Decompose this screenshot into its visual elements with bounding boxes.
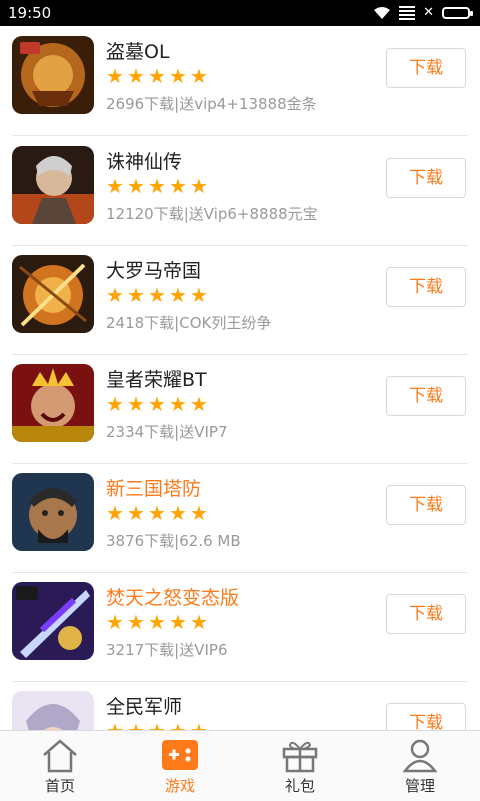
- star-icon: ★: [190, 610, 208, 634]
- star-icon: ★: [127, 721, 147, 730]
- tab-manage[interactable]: 管理: [360, 731, 480, 801]
- star-icon: ★: [127, 174, 145, 198]
- star-icon: ★: [190, 392, 208, 416]
- star-icon: ★: [169, 64, 187, 88]
- list-item[interactable]: 皇者荣耀BT ★ ★ ★ ★ ★ 2334下载|送VIP7 下载: [12, 354, 468, 464]
- game-info: 2418下载|COK列王纷争: [106, 314, 272, 332]
- game-info: 3217下载|送VIP6: [106, 641, 228, 659]
- rating-stars: ★★★★★: [106, 394, 210, 414]
- rating-stars: ★★★★★: [106, 66, 210, 86]
- game-name: 盗墓OL: [106, 41, 170, 63]
- star-icon: ★: [169, 392, 187, 416]
- star-icon: ★: [169, 174, 187, 198]
- list-item[interactable]: 新三国塔防 ★ ★ ★ ★ ★ 3876下载|62.6 MB 下载: [12, 463, 468, 573]
- game-info: 2696下载|送vip4+13888金条: [106, 95, 317, 113]
- tab-gifts[interactable]: 礼包: [240, 731, 360, 801]
- star-icon: ★: [106, 610, 124, 634]
- tab-label: 游戏: [164, 777, 195, 795]
- game-name: 皇者荣耀BT: [106, 369, 207, 391]
- star-icon: ★: [148, 721, 168, 730]
- game-name: 新三国塔防: [106, 478, 202, 500]
- star-icon: ★: [169, 501, 187, 525]
- download-button[interactable]: 下载: [386, 267, 466, 307]
- tab-games[interactable]: 游戏: [120, 731, 240, 801]
- status-bar: 19:50 ✕: [0, 0, 480, 26]
- download-button[interactable]: 下载: [386, 594, 466, 634]
- star-icon: ★: [190, 64, 208, 88]
- download-button[interactable]: 下载: [386, 376, 466, 416]
- star-icon: ★: [127, 392, 145, 416]
- no-sim-icon: ✕: [423, 5, 434, 20]
- star-icon: ★: [190, 283, 208, 307]
- list-item[interactable]: 大罗马帝国 ★ ★ ★ ★ ★ 2418下载|COK列王纷争 下载: [12, 245, 468, 355]
- bottom-tab-bar: 首页 游戏 礼包 管理: [0, 730, 480, 801]
- download-button[interactable]: 下载: [386, 703, 466, 730]
- status-time: 19:50: [8, 4, 52, 22]
- rating-stars: ★★★★★: [106, 503, 210, 523]
- star-icon: ★: [127, 501, 145, 525]
- rating-stars: ★★★★★: [106, 285, 210, 305]
- star-icon: ★: [148, 64, 166, 88]
- home-icon: [43, 739, 77, 773]
- tab-home[interactable]: 首页: [0, 731, 120, 801]
- game-name: 全民军师: [106, 696, 183, 718]
- star-icon: ★: [169, 610, 187, 634]
- star-icon: ★: [106, 174, 124, 198]
- game-name: 诛神仙传: [106, 151, 183, 173]
- list-item[interactable]: 焚天之怒变态版 ★ ★ ★ ★ ★ 3217下载|送VIP6 下载: [12, 572, 468, 682]
- game-info: 2334下载|送VIP7: [106, 423, 228, 441]
- star-icon: ★: [106, 64, 124, 88]
- game-list[interactable]: 盗墓OL ★ ★ ★ ★ ★ 2696下载|送vip4+13888金条 下载 诛神仙传 …: [0, 26, 480, 730]
- tab-label: 首页: [44, 777, 75, 795]
- star-icon: ★: [106, 721, 126, 730]
- signal-icon: [399, 5, 416, 20]
- star-icon: ★: [106, 501, 124, 525]
- gift-icon: [282, 741, 318, 773]
- wifi-icon: [374, 6, 391, 19]
- user-icon: [402, 739, 438, 773]
- star-icon: ★: [169, 721, 189, 730]
- game-name: 焚天之怒变态版: [106, 587, 240, 609]
- gamepad-icon: [162, 740, 198, 770]
- daomu-game-icon[interactable]: [12, 36, 94, 114]
- star-icon: ★: [169, 283, 187, 307]
- star-icon: ★: [190, 174, 208, 198]
- star-icon: ★: [106, 392, 124, 416]
- star-icon: ★: [127, 610, 145, 634]
- star-icon: ★: [190, 501, 208, 525]
- roman-empire-game-icon[interactable]: [12, 255, 94, 333]
- star-icon: ★: [127, 64, 145, 88]
- star-icon: ★: [148, 392, 166, 416]
- star-icon: ★: [148, 501, 166, 525]
- list-item[interactable]: 诛神仙传 ★ ★ ★ ★ ★ 12120下载|送Vip6+8888元宝 下载: [12, 136, 468, 246]
- star-icon: ★: [127, 283, 145, 307]
- download-button[interactable]: 下载: [386, 485, 466, 525]
- three-kingdoms-game-icon[interactable]: [12, 473, 94, 551]
- game-info: 12120下载|送Vip6+8888元宝: [106, 205, 318, 223]
- download-button[interactable]: 下载: [386, 158, 466, 198]
- game-info: 3876下载|62.6 MB: [106, 532, 241, 550]
- battery-icon: [442, 6, 473, 19]
- game-name: 大罗马帝国: [106, 260, 202, 282]
- star-icon: ★: [148, 174, 166, 198]
- download-button[interactable]: 下载: [386, 48, 466, 88]
- rating-stars: ★★★★★: [106, 721, 210, 730]
- strategist-game-icon[interactable]: [12, 691, 94, 730]
- zhushen-game-icon[interactable]: [12, 146, 94, 224]
- tab-label: 管理: [404, 777, 435, 795]
- fentian-game-icon[interactable]: [12, 582, 94, 660]
- list-item[interactable]: 全民军师 ★★★★★ 下载: [12, 681, 468, 730]
- list-item[interactable]: 盗墓OL ★ ★ ★ ★ ★ 2696下载|送vip4+13888金条 下载: [12, 26, 468, 136]
- star-icon: ★: [148, 610, 166, 634]
- rating-stars: ★★★★★: [106, 176, 210, 196]
- tab-label: 礼包: [284, 777, 315, 795]
- king-glory-game-icon[interactable]: [12, 364, 94, 442]
- rating-stars: ★★★★★: [106, 612, 210, 632]
- star-icon: ★: [106, 283, 124, 307]
- star-icon: ★: [190, 721, 210, 730]
- star-icon: ★: [148, 283, 166, 307]
